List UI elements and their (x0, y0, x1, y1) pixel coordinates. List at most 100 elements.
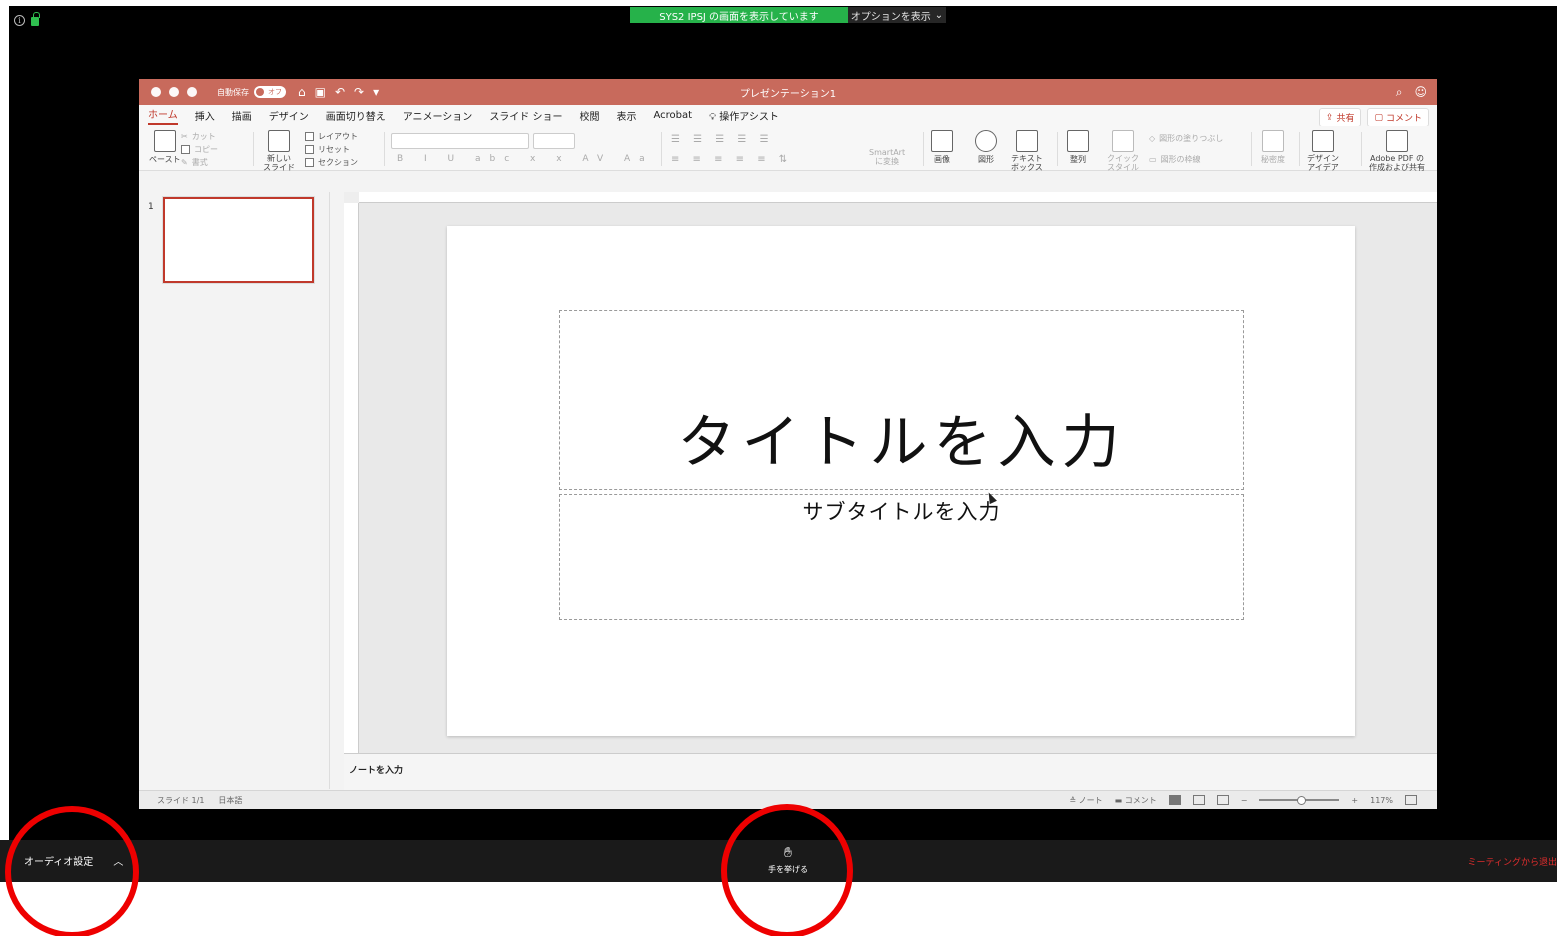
layout-button[interactable]: レイアウト (305, 130, 358, 143)
slide-sorter-icon[interactable] (1192, 795, 1205, 805)
shape-fill-button[interactable]: ◇ 図形の塗りつぶし (1149, 132, 1223, 145)
shape-outline-label: 図形の枠線 (1160, 155, 1201, 164)
notes-pane[interactable]: ノートを入力 (344, 753, 1437, 790)
tab-design[interactable]: デザイン (269, 108, 309, 123)
font-size-select[interactable] (533, 133, 575, 149)
divider (1251, 132, 1252, 166)
autosave-label: 自動保存 (217, 87, 249, 97)
zoom-in-icon[interactable]: + (1351, 796, 1358, 805)
quick-styles-button[interactable]: クイック スタイル (1107, 130, 1139, 172)
share-button[interactable]: ⇪ 共有 (1318, 108, 1362, 127)
lock-icon[interactable] (31, 12, 40, 26)
section-icon (305, 158, 314, 167)
sensitivity-button[interactable]: 秘密度 (1261, 130, 1285, 165)
tab-animations[interactable]: アニメーション (403, 108, 473, 123)
divider (1299, 132, 1300, 166)
meeting-status-icons: i (14, 12, 40, 26)
adobe-pdf-button[interactable]: Adobe PDF の 作成および共有 (1369, 130, 1425, 172)
maximize-window-button[interactable] (187, 87, 197, 97)
notes-placeholder: ノートを入力 (349, 766, 404, 776)
smartart-button[interactable]: SmartArt に変換 (869, 130, 905, 166)
divider (1057, 132, 1058, 166)
minimize-window-button[interactable] (169, 87, 179, 97)
tab-draw[interactable]: 描画 (232, 108, 252, 123)
arrange-button[interactable]: 整列 (1067, 130, 1089, 165)
paste-group[interactable]: ペースト (149, 130, 181, 165)
new-slide-button[interactable]: 新しい スライド (263, 130, 295, 172)
zoom-out-icon[interactable]: − (1241, 796, 1248, 805)
design-ideas-button[interactable]: デザイン アイデア (1307, 130, 1339, 172)
shape-outline-button[interactable]: ▭ 図形の枠線 (1149, 153, 1223, 166)
zoom-level[interactable]: 117% (1370, 796, 1393, 805)
normal-view-icon[interactable] (1168, 795, 1181, 805)
scissors-icon: ✂ (181, 132, 188, 141)
paste-label: ペースト (149, 155, 181, 164)
vertical-ruler[interactable] (344, 203, 359, 753)
language-indicator[interactable]: 日本語 (218, 795, 242, 806)
info-icon[interactable]: i (14, 15, 25, 26)
comment-bubble-icon: ▬ (1114, 795, 1123, 805)
autosave-control[interactable]: 自動保存 オフ (217, 86, 286, 98)
comments-toggle[interactable]: ▬ コメント (1115, 795, 1157, 806)
format-label: 書式 (191, 158, 208, 167)
powerpoint-window: 自動保存 オフ ⌂ ▣ ↶ ↷ ▾ プレゼンテーション1 ⌕ ☺ ホーム 挿入 … (139, 79, 1437, 809)
leave-meeting-button[interactable]: ミーティングから退出 (1468, 855, 1557, 868)
home-icon[interactable]: ⌂ (298, 85, 306, 99)
ribbon-tabs: ホーム 挿入 描画 デザイン 画面切り替え アニメーション スライド ショー 校… (139, 105, 1437, 127)
paragraph-buttons-row1[interactable]: ☰ ☰ ☰ ☰ ☰ (671, 134, 774, 145)
customize-toolbar-icon[interactable]: ▾ (373, 85, 379, 99)
fit-to-window-icon[interactable] (1405, 795, 1417, 805)
title-placeholder[interactable]: タイトルを入力 (559, 310, 1244, 490)
save-icon[interactable]: ▣ (315, 85, 326, 99)
layout-icon (305, 132, 314, 141)
font-name-select[interactable] (391, 133, 529, 149)
picture-button[interactable]: 画像 (931, 130, 953, 165)
layout-label: レイアウト (318, 132, 358, 141)
tell-me-label: 操作アシスト (719, 112, 779, 123)
search-icon[interactable]: ⌕ (1396, 85, 1403, 100)
reading-view-icon[interactable] (1216, 795, 1229, 805)
slide-thumbnails-pane: 1 (139, 192, 330, 789)
paragraph-buttons-row2[interactable]: ≡ ≡ ≡ ≡ ≡ ⇅ (671, 154, 792, 165)
redo-icon[interactable]: ↷ (354, 85, 364, 99)
textbox-button[interactable]: テキスト ボックス (1011, 130, 1043, 172)
slide-thumbnail[interactable] (163, 197, 314, 283)
view-options-button[interactable]: オプションを表示 ⌄ (848, 7, 946, 23)
slides-small: レイアウト リセット セクション (305, 130, 358, 169)
tab-acrobat[interactable]: Acrobat (654, 110, 693, 121)
section-button[interactable]: セクション (305, 156, 358, 169)
title-bar-right: ⌕ ☺ (1396, 85, 1427, 100)
subtitle-placeholder[interactable]: サブタイトルを入力 (559, 494, 1244, 620)
comments-toggle-label: コメント (1124, 795, 1157, 805)
tab-insert[interactable]: 挿入 (195, 108, 215, 123)
slide-canvas[interactable]: タイトルを入力 サブタイトルを入力 (447, 226, 1355, 736)
tab-view[interactable]: 表示 (617, 108, 637, 123)
font-format-buttons[interactable]: B I U abc x x AV Aa (397, 154, 654, 164)
smiley-icon[interactable]: ☺ (1414, 85, 1427, 100)
notes-toggle[interactable]: ≙ ノート (1069, 795, 1102, 806)
autosave-toggle[interactable]: オフ (254, 86, 286, 98)
slide-number: 1 (148, 202, 154, 212)
zoom-slider[interactable] (1259, 796, 1340, 805)
cut-button[interactable]: ✂ カット (181, 130, 218, 143)
shapes-button[interactable]: 図形 (975, 130, 997, 165)
tab-review[interactable]: 校閲 (580, 108, 600, 123)
tab-tell-me[interactable]: 💡︎ 操作アシスト (709, 108, 779, 123)
share-buttons: ⇪ 共有 ▢ コメント (1318, 108, 1429, 127)
slide-editing-area: タイトルを入力 サブタイトルを入力 (359, 203, 1437, 753)
arrange-icon (1067, 130, 1089, 152)
highlight-circle-raise-hand (721, 804, 853, 936)
tab-transitions[interactable]: 画面切り替え (326, 108, 386, 123)
format-painter-button[interactable]: ✎ 書式 (181, 156, 218, 169)
divider (1361, 132, 1362, 166)
tab-slideshow[interactable]: スライド ショー (489, 108, 562, 123)
comments-button[interactable]: ▢ コメント (1367, 108, 1429, 127)
design-ideas-icon (1312, 130, 1334, 152)
tab-home[interactable]: ホーム (148, 106, 178, 125)
undo-icon[interactable]: ↶ (335, 85, 345, 99)
copy-button[interactable]: コピー (181, 143, 218, 156)
horizontal-ruler[interactable] (359, 192, 1437, 203)
reset-button[interactable]: リセット (305, 143, 358, 156)
notes-toggle-label: ノート (1078, 795, 1103, 805)
close-window-button[interactable] (151, 87, 161, 97)
